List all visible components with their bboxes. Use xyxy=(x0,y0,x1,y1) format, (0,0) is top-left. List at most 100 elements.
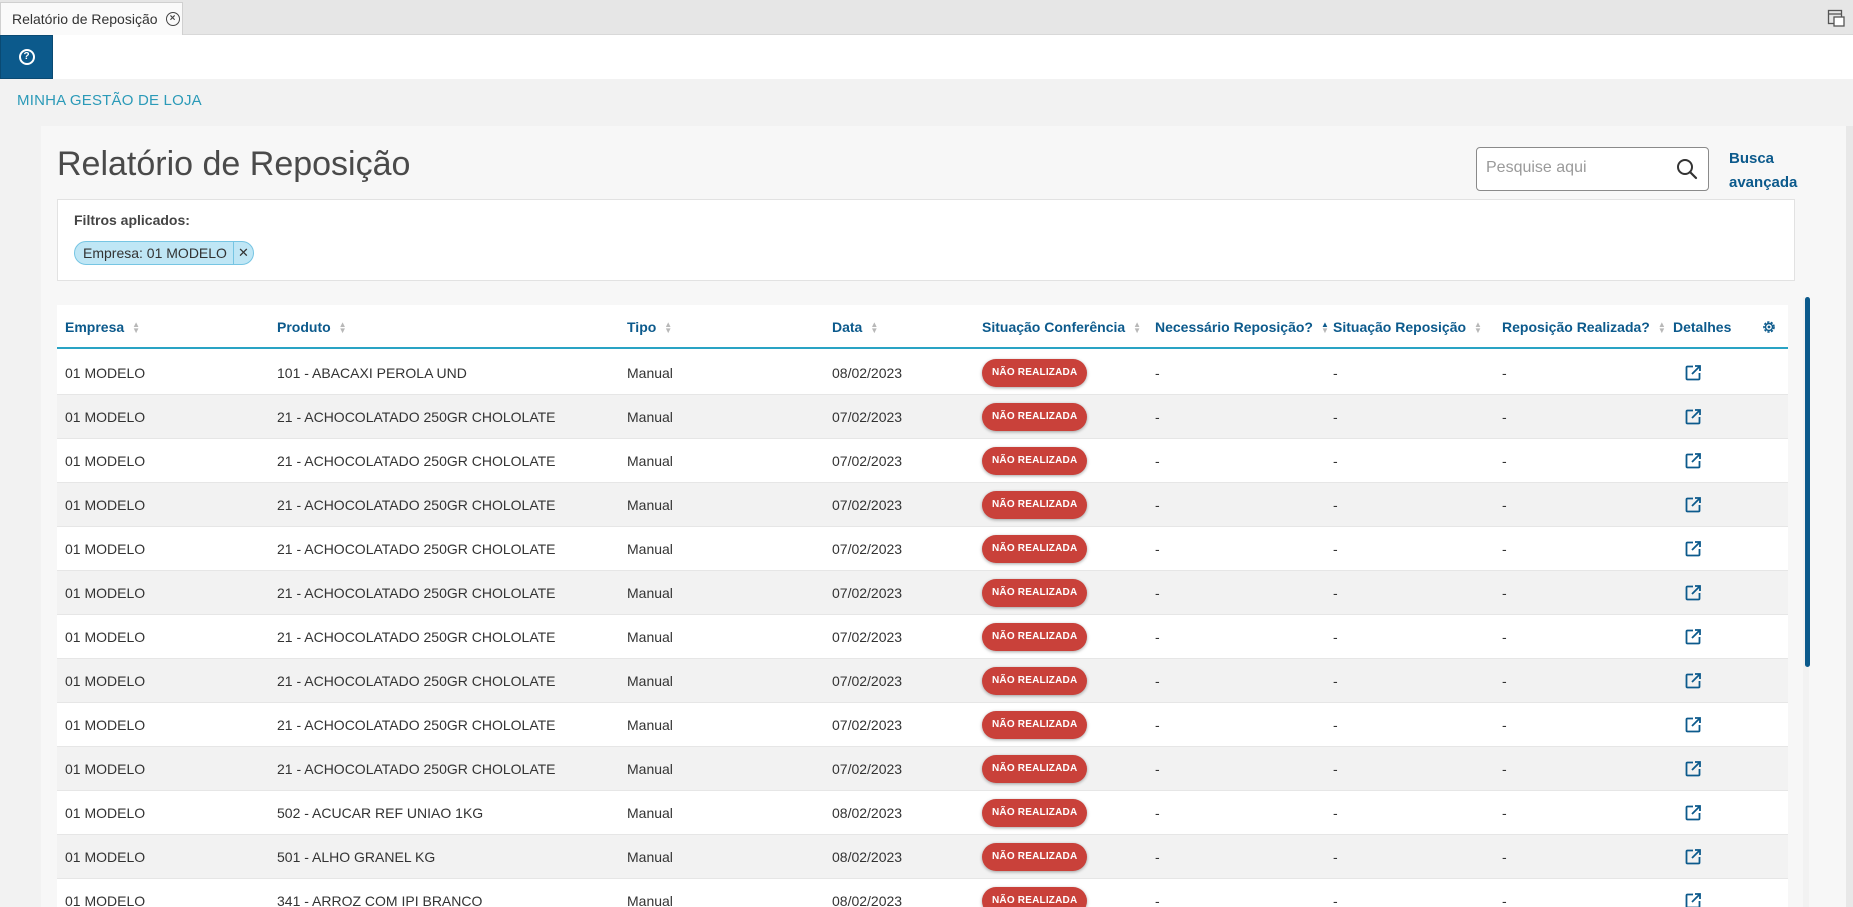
sort-icon[interactable]: ▲ ▼ xyxy=(132,321,140,335)
cell-necessario-reposicao: - xyxy=(1155,805,1160,821)
column-header-data[interactable]: Data ▲ ▼ xyxy=(832,305,878,349)
window-icon[interactable] xyxy=(1827,9,1845,27)
cell-tipo: Manual xyxy=(627,365,673,381)
cell-reposicao-realizada: - xyxy=(1502,673,1507,689)
sort-icon[interactable]: ▲ ▼ xyxy=(664,321,672,335)
advanced-search-link[interactable]: Busca avançada xyxy=(1729,147,1799,195)
column-label: Necessário Reposição? xyxy=(1155,319,1313,335)
cell-data: 08/02/2023 xyxy=(832,849,903,865)
advanced-search-line2: avançada xyxy=(1729,174,1798,191)
search-icon[interactable] xyxy=(1676,158,1698,180)
external-link-icon[interactable] xyxy=(1684,408,1702,426)
sort-icon[interactable]: ▲ ▼ xyxy=(1133,321,1141,335)
gear-icon[interactable] xyxy=(1761,319,1777,335)
table-row[interactable]: 01 MODELO 21 - ACHOCOLATADO 250GR CHOLOLA… xyxy=(57,571,1788,615)
help-button[interactable]: ? xyxy=(0,35,53,79)
external-link-icon[interactable] xyxy=(1684,672,1702,690)
external-link-icon[interactable] xyxy=(1684,716,1702,734)
table-row[interactable]: 01 MODELO 502 - ACUCAR REF UNIAO 1KG Manua… xyxy=(57,791,1788,835)
external-link-icon[interactable] xyxy=(1684,892,1702,907)
sort-icon[interactable]: ▲ ▼ xyxy=(1474,321,1482,335)
breadcrumb[interactable]: MINHA GESTÃO DE LOJA xyxy=(17,92,202,109)
scrollbar-thumb[interactable] xyxy=(1805,297,1810,667)
cell-situacao-reposicao: - xyxy=(1333,541,1338,557)
cell-tipo: Manual xyxy=(627,497,673,513)
cell-produto: 501 - ALHO GRANEL KG xyxy=(277,849,436,865)
sort-icon[interactable]: ▲ ▼ xyxy=(870,321,878,335)
table-row[interactable]: 01 MODELO 21 - ACHOCOLATADO 250GR CHOLOLA… xyxy=(57,747,1788,791)
cell-data: 07/02/2023 xyxy=(832,717,903,733)
sort-icon[interactable]: ▲ ▼ xyxy=(1321,321,1329,335)
column-header-situacao-reposicao[interactable]: Situação Reposição ▲ ▼ xyxy=(1333,305,1482,349)
cell-tipo: Manual xyxy=(627,673,673,689)
column-header-empresa[interactable]: Empresa ▲ ▼ xyxy=(65,305,140,349)
table-row[interactable]: 01 MODELO 21 - ACHOCOLATADO 250GR CHOLOLA… xyxy=(57,659,1788,703)
cell-empresa: 01 MODELO xyxy=(65,453,146,469)
cell-situacao-reposicao: - xyxy=(1333,497,1338,513)
external-link-icon[interactable] xyxy=(1684,540,1702,558)
cell-data: 07/02/2023 xyxy=(832,541,903,557)
tab-relatorio-reposicao[interactable]: Relatório de Reposição × xyxy=(0,2,183,35)
sort-icon[interactable]: ▲ ▼ xyxy=(339,321,347,335)
page-edge xyxy=(1846,126,1853,907)
cell-reposicao-realizada: - xyxy=(1502,409,1507,425)
cell-reposicao-realizada: - xyxy=(1502,453,1507,469)
table-row[interactable]: 01 MODELO 21 - ACHOCOLATADO 250GR CHOLOLA… xyxy=(57,615,1788,659)
external-link-icon[interactable] xyxy=(1684,452,1702,470)
cell-necessario-reposicao: - xyxy=(1155,497,1160,513)
external-link-icon[interactable] xyxy=(1684,584,1702,602)
status-badge: NÃO REALIZADA xyxy=(982,667,1088,695)
table-row[interactable]: 01 MODELO 101 - ABACAXI PEROLA UND Manual 0… xyxy=(57,351,1788,395)
close-tab-icon[interactable]: × xyxy=(165,12,180,26)
cell-produto: 21 - ACHOCOLATADO 250GR CHOLOLATE xyxy=(277,585,556,601)
search-field[interactable] xyxy=(1476,147,1709,191)
replenishment-table: Empresa ▲ ▼ Produto ▲ ▼ Tipo ▲ ▼ Data ▲ ▼ Situaç… xyxy=(57,305,1788,907)
cell-empresa: 01 MODELO xyxy=(65,893,146,907)
cell-necessario-reposicao: - xyxy=(1155,893,1160,907)
applied-filters: Filtros aplicados: Empresa: 01 MODELO ✕ xyxy=(57,199,1795,281)
cell-necessario-reposicao: - xyxy=(1155,541,1160,557)
table-row[interactable]: 01 MODELO 21 - ACHOCOLATADO 250GR CHOLOLA… xyxy=(57,483,1788,527)
cell-produto: 21 - ACHOCOLATADO 250GR CHOLOLATE xyxy=(277,409,556,425)
table-row[interactable]: 01 MODELO 21 - ACHOCOLATADO 250GR CHOLOLA… xyxy=(57,439,1788,483)
external-link-icon[interactable] xyxy=(1684,628,1702,646)
column-label: Detalhes xyxy=(1673,319,1732,335)
cell-data: 08/02/2023 xyxy=(832,365,903,381)
status-badge: NÃO REALIZADA xyxy=(982,843,1088,871)
cell-reposicao-realizada: - xyxy=(1502,805,1507,821)
status-badge: NÃO REALIZADA xyxy=(982,887,1088,907)
cell-tipo: Manual xyxy=(627,761,673,777)
table-row[interactable]: 01 MODELO 21 - ACHOCOLATADO 250GR CHOLOLA… xyxy=(57,527,1788,571)
table-row[interactable]: 01 MODELO 21 - ACHOCOLATADO 250GR CHOLOLA… xyxy=(57,395,1788,439)
table-row[interactable]: 01 MODELO 21 - ACHOCOLATADO 250GR CHOLOLA… xyxy=(57,703,1788,747)
external-link-icon[interactable] xyxy=(1684,848,1702,866)
cell-reposicao-realizada: - xyxy=(1502,629,1507,645)
external-link-icon[interactable] xyxy=(1684,760,1702,778)
search-input[interactable] xyxy=(1477,148,1662,188)
column-header-necessario-reposicao[interactable]: Necessário Reposição? ▲ ▼ xyxy=(1155,305,1329,349)
external-link-icon[interactable] xyxy=(1684,364,1702,382)
cell-situacao-reposicao: - xyxy=(1333,409,1338,425)
cell-produto: 101 - ABACAXI PEROLA UND xyxy=(277,365,467,381)
cell-data: 07/02/2023 xyxy=(832,629,903,645)
cell-reposicao-realizada: - xyxy=(1502,541,1507,557)
external-link-icon[interactable] xyxy=(1684,496,1702,514)
column-header-produto[interactable]: Produto ▲ ▼ xyxy=(277,305,347,349)
cell-necessario-reposicao: - xyxy=(1155,365,1160,381)
status-badge: NÃO REALIZADA xyxy=(982,711,1088,739)
cell-reposicao-realizada: - xyxy=(1502,761,1507,777)
external-link-icon[interactable] xyxy=(1684,804,1702,822)
filter-chip-label: Empresa: 01 MODELO xyxy=(83,245,227,261)
column-header-reposicao-realizada[interactable]: Reposição Realizada? ▲ ▼ xyxy=(1502,305,1666,349)
sort-icon[interactable]: ▲ ▼ xyxy=(1658,321,1666,335)
column-header-tipo[interactable]: Tipo ▲ ▼ xyxy=(627,305,672,349)
cell-data: 07/02/2023 xyxy=(832,409,903,425)
status-badge: NÃO REALIZADA xyxy=(982,623,1088,651)
column-header-situacao-conferencia[interactable]: Situação Conferência ▲ ▼ xyxy=(982,305,1141,349)
table-row[interactable]: 01 MODELO 341 - ARROZ COM IPI BRANCO Manua… xyxy=(57,879,1788,907)
page-title: Relatório de Reposição xyxy=(57,145,411,183)
cell-data: 07/02/2023 xyxy=(832,761,903,777)
table-row[interactable]: 01 MODELO 501 - ALHO GRANEL KG Manual 08/02… xyxy=(57,835,1788,879)
status-badge: NÃO REALIZADA xyxy=(982,535,1088,563)
remove-filter-icon[interactable]: ✕ xyxy=(232,242,253,264)
